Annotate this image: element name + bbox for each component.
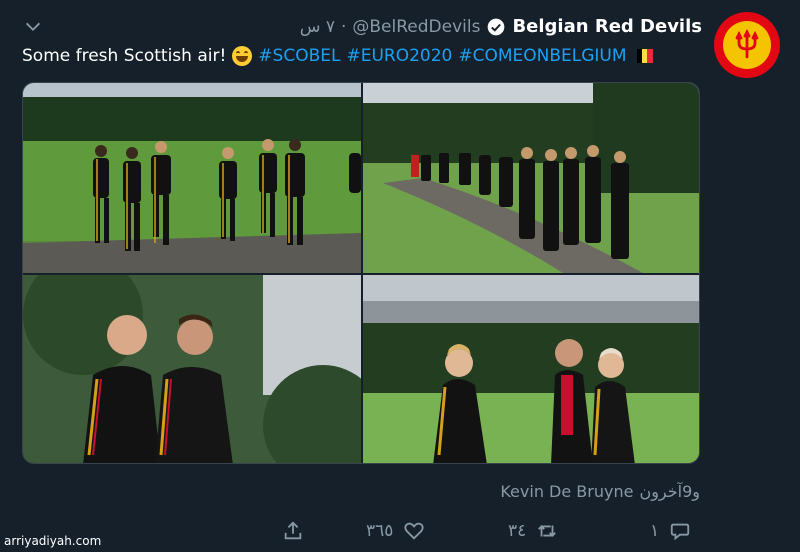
media-grid [22, 82, 700, 464]
tweet-actions: ٣٦٥ ٣٤ ١ [0, 520, 800, 550]
photo-team-walking-2[interactable] [363, 83, 699, 273]
tweet-time[interactable]: ٧ س [300, 17, 335, 37]
photo-two-players[interactable] [23, 275, 361, 463]
hashtag-link[interactable]: #SCOBEL [258, 46, 340, 66]
author-line: ٧ س · @BelRedDevils Belgian Red Devils [300, 16, 702, 37]
retweet-icon [538, 525, 557, 537]
chevron-down-icon[interactable] [22, 16, 44, 38]
author-handle[interactable]: @BelRedDevils [352, 17, 480, 37]
reply-button[interactable]: ١ [650, 520, 691, 542]
retweet-button[interactable]: ٣٤ [508, 520, 558, 542]
hashtag-link[interactable]: #COMEONBELGIUM [458, 46, 626, 66]
avatar[interactable] [714, 12, 780, 78]
tagged-users[interactable]: Kevin De Bruyne و9آخرون [500, 482, 700, 501]
share-icon [284, 521, 302, 540]
retweet-count: ٣٤ [508, 521, 527, 541]
tweet-text: Some fresh Scottish air! #SCOBEL #EURO20… [22, 46, 653, 66]
like-count: ٣٦٥ [366, 521, 394, 541]
separator: · [340, 16, 347, 37]
tweet-header: ٧ س · @BelRedDevils Belgian Red Devils [0, 14, 800, 44]
photo-players-course[interactable] [363, 275, 699, 463]
trident-logo-icon [723, 21, 771, 69]
reply-icon [670, 523, 690, 541]
share-button[interactable] [282, 520, 304, 542]
like-button[interactable]: ٣٦٥ [366, 520, 425, 542]
author-display-name[interactable]: Belgian Red Devils [512, 16, 702, 37]
reply-count: ١ [650, 521, 660, 541]
tagged-user-name[interactable]: Kevin De Bruyne [500, 482, 633, 501]
smile-emoji-icon [232, 46, 253, 66]
belgium-flag-icon [636, 49, 653, 63]
watermark: arriyadiyah.com [4, 534, 102, 548]
hashtag-link[interactable]: #EURO2020 [346, 46, 452, 66]
tweet-body: Some fresh Scottish air! [22, 46, 227, 66]
photo-team-walking-1[interactable] [23, 83, 361, 273]
tagged-others[interactable]: و9آخرون [639, 482, 700, 501]
verified-badge-icon [488, 18, 505, 35]
like-icon [404, 522, 425, 540]
